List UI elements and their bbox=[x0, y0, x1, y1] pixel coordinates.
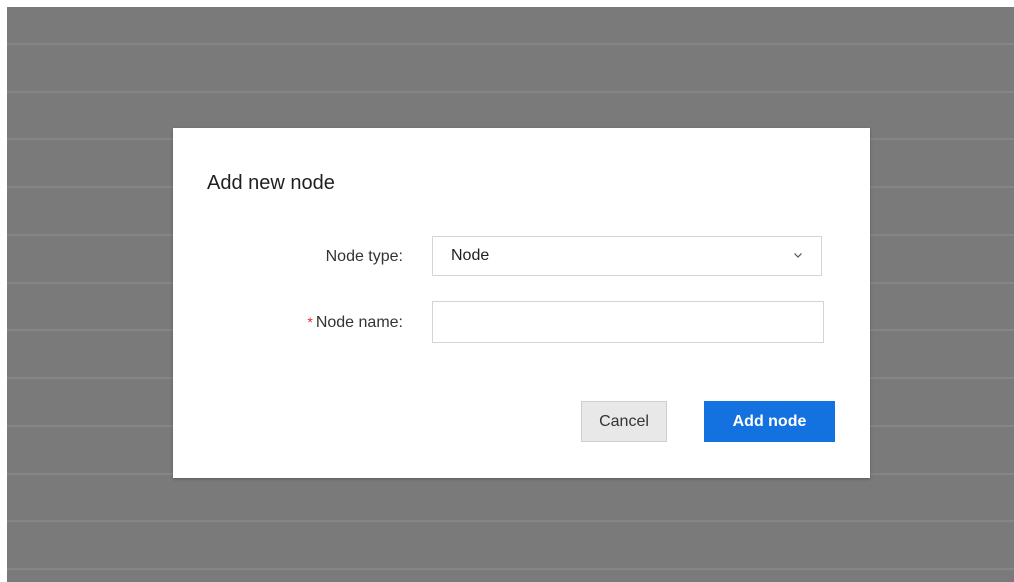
backdrop-stripe bbox=[7, 520, 1014, 522]
backdrop-stripe bbox=[7, 43, 1014, 45]
node-type-select[interactable]: Node bbox=[432, 236, 822, 276]
chevron-down-icon bbox=[794, 253, 802, 258]
dialog-title: Add new node bbox=[207, 172, 335, 194]
node-name-label-text: Node name: bbox=[315, 314, 403, 331]
node-name-row: * Node name: bbox=[173, 301, 870, 343]
cancel-button[interactable]: Cancel bbox=[581, 401, 667, 442]
add-node-dialog: Add new node Node type: Node * Node name:… bbox=[173, 128, 870, 478]
backdrop-stripe bbox=[7, 568, 1014, 570]
node-type-row: Node type: Node bbox=[173, 236, 870, 278]
node-name-label: * Node name: bbox=[307, 301, 403, 343]
node-type-label: Node type: bbox=[325, 248, 403, 265]
node-name-input[interactable] bbox=[432, 301, 824, 343]
add-node-button[interactable]: Add node bbox=[704, 401, 835, 442]
backdrop-stripe bbox=[7, 91, 1014, 93]
node-type-selected-value: Node bbox=[451, 247, 490, 264]
required-asterisk: * bbox=[307, 314, 313, 330]
